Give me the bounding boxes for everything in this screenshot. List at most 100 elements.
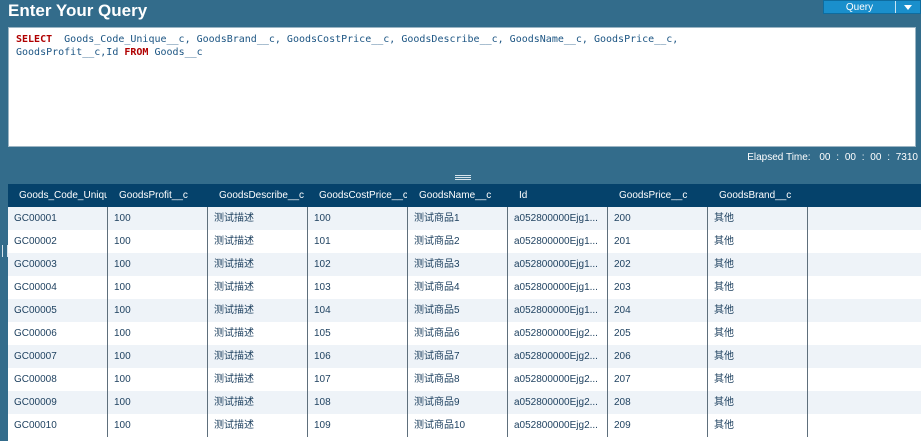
table-cell: a052800000Ejg2... [508, 368, 608, 391]
table-cell: 100 [108, 391, 208, 414]
table-row[interactable]: GC00010 100 测试描述 109 测试商品10 a052800000Ejg2...… [8, 414, 921, 437]
column-header[interactable]: Id [508, 184, 608, 207]
table-cell: 测试描述 [208, 253, 308, 276]
sql-text: Goods_Code_Unique__c, GoodsBrand__c, Goo… [16, 34, 679, 58]
resize-handle-horizontal[interactable] [455, 175, 471, 180]
table-cell: 101 [308, 230, 408, 253]
column-header[interactable] [808, 184, 908, 207]
table-cell [808, 368, 908, 391]
table-cell: 其他 [708, 230, 808, 253]
table-cell: GC00006 [8, 322, 108, 345]
chevron-down-icon[interactable] [896, 4, 920, 10]
column-header[interactable]: GoodsCostPrice__c [308, 184, 408, 207]
table-cell: 206 [608, 345, 708, 368]
table-cell: 其他 [708, 299, 808, 322]
table-row[interactable]: GC00008 100 测试描述 107 测试商品8 a052800000Ejg2... 2… [8, 368, 921, 391]
table-cell: a052800000Ejg2... [508, 322, 608, 345]
table-cell: 100 [108, 207, 208, 230]
grid-header: Goods_Code_Unique__cGoodsProfit__cGoodsD… [8, 184, 921, 207]
sql-keyword: SELECT [16, 34, 53, 45]
table-cell: 201 [608, 230, 708, 253]
table-cell: GC00004 [8, 276, 108, 299]
table-cell: a052800000Ejg1... [508, 207, 608, 230]
table-cell: 其他 [708, 322, 808, 345]
table-cell: 100 [308, 207, 408, 230]
column-header[interactable]: GoodsProfit__c [108, 184, 208, 207]
table-cell: 104 [308, 299, 408, 322]
query-button-label[interactable]: Query [824, 2, 895, 13]
table-cell: 测试描述 [208, 391, 308, 414]
table-row[interactable]: GC00003 100 测试描述 102 测试商品3 a052800000Ejg1... 2… [8, 253, 921, 276]
table-cell: 测试商品4 [408, 276, 508, 299]
table-row[interactable]: GC00005 100 测试描述 104 测试商品5 a052800000Ejg1... 2… [8, 299, 921, 322]
table-cell: 207 [608, 368, 708, 391]
table-row[interactable]: GC00006 100 测试描述 105 测试商品6 a052800000Ejg2... 2… [8, 322, 921, 345]
column-header[interactable]: GoodsName__c [408, 184, 508, 207]
table-cell: 测试描述 [208, 368, 308, 391]
table-cell [808, 299, 908, 322]
table-cell [808, 207, 908, 230]
table-row[interactable]: GC00001 100 测试描述 100 测试商品1 a052800000Ejg1... 2… [8, 207, 921, 230]
table-cell [808, 391, 908, 414]
table-cell: 102 [308, 253, 408, 276]
table-cell: GC00003 [8, 253, 108, 276]
table-cell: 100 [108, 414, 208, 437]
table-cell: 106 [308, 345, 408, 368]
table-cell: 105 [308, 322, 408, 345]
table-cell: 100 [108, 345, 208, 368]
table-cell: 107 [308, 368, 408, 391]
table-cell [808, 230, 908, 253]
query-editor[interactable]: SELECT Goods_Code_Unique__c, GoodsBrand_… [8, 27, 916, 147]
table-cell: 其他 [708, 276, 808, 299]
table-cell: 测试商品5 [408, 299, 508, 322]
table-cell: 其他 [708, 414, 808, 437]
column-header[interactable]: GoodsPrice__c [608, 184, 708, 207]
table-cell: 测试描述 [208, 414, 308, 437]
table-cell: 209 [608, 414, 708, 437]
table-cell: a052800000Ejg1... [508, 276, 608, 299]
table-cell: 204 [608, 299, 708, 322]
table-cell: 其他 [708, 253, 808, 276]
query-button[interactable]: Query [823, 0, 921, 14]
table-cell: 测试描述 [208, 207, 308, 230]
table-cell: 其他 [708, 345, 808, 368]
table-row[interactable]: GC00007 100 测试描述 106 测试商品7 a052800000Ejg2... 2… [8, 345, 921, 368]
table-cell: GC00009 [8, 391, 108, 414]
elapsed-time: Elapsed Time: 00 : 00 : 00 : 7310 [747, 152, 918, 163]
sql-text: Goods__c [148, 47, 203, 58]
table-cell: a052800000Ejg1... [508, 253, 608, 276]
table-row[interactable]: GC00009 100 测试描述 108 测试商品9 a052800000Ejg2... 2… [8, 391, 921, 414]
column-header[interactable]: GoodsDescribe__c [208, 184, 308, 207]
table-cell: GC00008 [8, 368, 108, 391]
table-cell: 103 [308, 276, 408, 299]
table-cell: 100 [108, 276, 208, 299]
table-cell: GC00007 [8, 345, 108, 368]
table-cell: 109 [308, 414, 408, 437]
table-cell: 测试商品10 [408, 414, 508, 437]
table-cell: GC00005 [8, 299, 108, 322]
table-cell [808, 345, 908, 368]
table-cell: 测试商品2 [408, 230, 508, 253]
table-cell: 测试商品6 [408, 322, 508, 345]
table-cell: 100 [108, 322, 208, 345]
table-cell: 100 [108, 299, 208, 322]
table-cell: 测试商品3 [408, 253, 508, 276]
table-cell [808, 276, 908, 299]
table-cell: a052800000Ejg2... [508, 391, 608, 414]
table-cell: 100 [108, 368, 208, 391]
table-cell: 其他 [708, 391, 808, 414]
table-row[interactable]: GC00004 100 测试描述 103 测试商品4 a052800000Ejg1... 2… [8, 276, 921, 299]
table-cell: 205 [608, 322, 708, 345]
sql-keyword: FROM [124, 47, 149, 58]
table-cell: 100 [108, 253, 208, 276]
table-cell: 108 [308, 391, 408, 414]
table-cell: 测试描述 [208, 345, 308, 368]
table-cell: 测试商品9 [408, 391, 508, 414]
table-cell: 测试描述 [208, 299, 308, 322]
table-cell: 测试商品8 [408, 368, 508, 391]
column-header[interactable]: GoodsBrand__c [708, 184, 808, 207]
table-cell: 202 [608, 253, 708, 276]
table-row[interactable]: GC00002 100 测试描述 101 测试商品2 a052800000Ejg1... 2… [8, 230, 921, 253]
column-header[interactable]: Goods_Code_Unique__c [8, 184, 108, 207]
table-cell [808, 253, 908, 276]
